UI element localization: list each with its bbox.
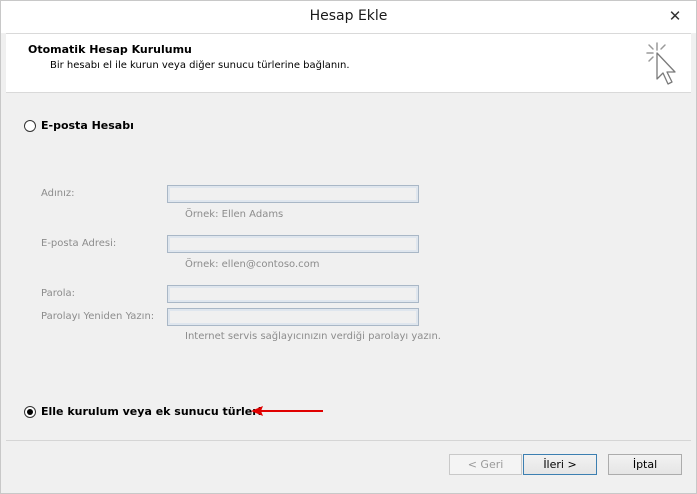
footer-separator: [6, 440, 691, 441]
wizard-cursor-icon: [646, 42, 676, 85]
next-button[interactable]: İleri >: [523, 454, 597, 475]
password-field[interactable]: [167, 285, 419, 303]
cancel-button[interactable]: İptal: [608, 454, 682, 475]
manual-setup-radio[interactable]: [24, 406, 36, 418]
name-field[interactable]: [167, 185, 419, 203]
email-account-radio[interactable]: [24, 120, 36, 132]
wizard-body: [6, 98, 691, 438]
header-subtitle: Bir hesabı el ile kurun veya diğer sunuc…: [50, 60, 350, 71]
name-hint: Örnek: Ellen Adams: [185, 209, 284, 220]
close-button[interactable]: ✕: [662, 5, 688, 27]
add-account-dialog: Hesap Ekle ✕ Otomatik Hesap Kurulumu Bir…: [0, 0, 697, 494]
title-bar: Hesap Ekle ✕: [1, 1, 696, 33]
header-title: Otomatik Hesap Kurulumu: [28, 43, 192, 56]
window-title: Hesap Ekle: [309, 8, 388, 24]
back-button[interactable]: < Geri: [449, 454, 522, 475]
password-confirm-field[interactable]: [167, 308, 419, 326]
close-icon: ✕: [668, 7, 682, 25]
email-label: E-posta Adresi:: [41, 238, 117, 249]
annotation-arrow-icon: [251, 406, 323, 416]
wizard-header: Otomatik Hesap Kurulumu Bir hesabı el il…: [6, 33, 691, 93]
password-label: Parola:: [41, 288, 75, 299]
password-confirm-label: Parolayı Yeniden Yazın:: [41, 311, 155, 322]
password-hint: Internet servis sağlayıcınızın verdiği p…: [185, 331, 441, 342]
name-label: Adınız:: [41, 188, 75, 199]
manual-setup-label[interactable]: Elle kurulum veya ek sunucu türleri: [41, 405, 261, 418]
email-hint: Örnek: ellen@contoso.com: [185, 259, 320, 270]
email-field[interactable]: [167, 235, 419, 253]
email-account-label[interactable]: E-posta Hesabı: [41, 119, 134, 132]
